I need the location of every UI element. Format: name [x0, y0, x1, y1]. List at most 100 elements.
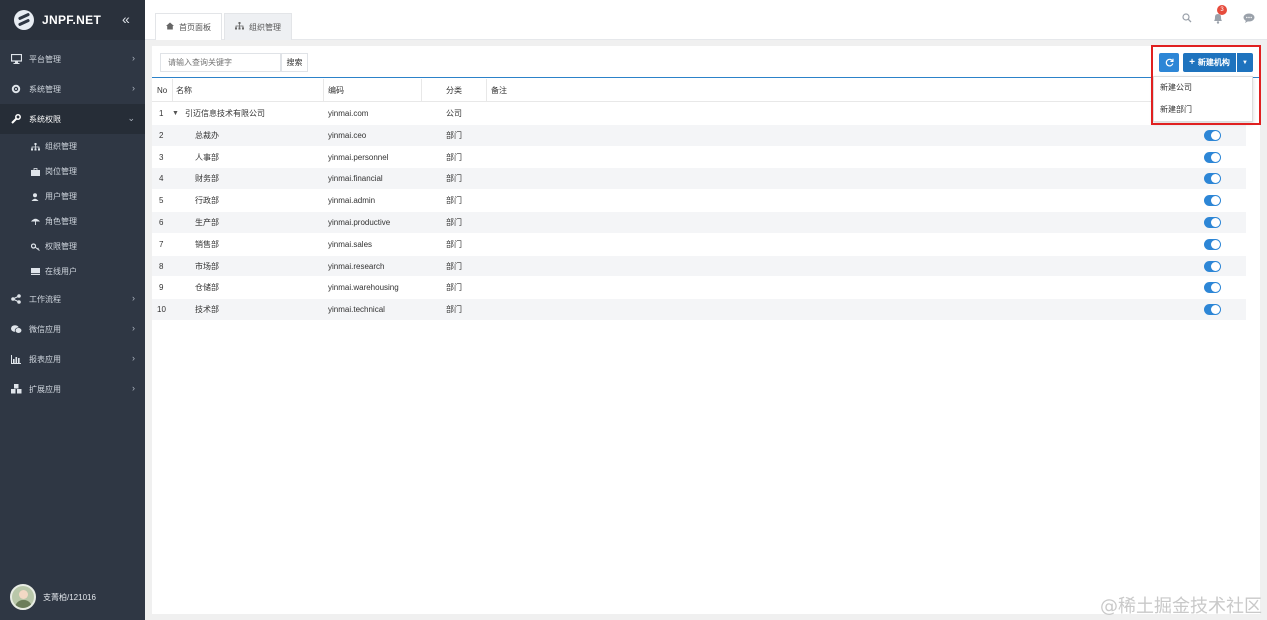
user-name: 支菁柏/121016: [43, 592, 96, 602]
sidebar-item-report[interactable]: 报表应用 ›: [0, 344, 145, 374]
sidebar-item-wechat[interactable]: 微信应用 ›: [0, 314, 145, 344]
sidebar-subitem-label: 角色管理: [45, 217, 77, 226]
sidebar-item-platform[interactable]: 平台管理 ›: [0, 44, 145, 74]
status-toggle[interactable]: [1204, 216, 1221, 228]
top-bar: 首页面板 组织管理 3: [145, 0, 1267, 40]
sidebar-item-permissions[interactable]: 系统权限 ⌄: [0, 104, 145, 134]
bell-icon[interactable]: [1213, 13, 1223, 27]
search-button[interactable]: 搜索: [281, 53, 308, 72]
table-row[interactable]: 3 人事部 yinmai.personnel 部门: [152, 147, 1246, 169]
cell-category: 部门: [446, 283, 462, 293]
table-row[interactable]: 6 生产部 yinmai.productive 部门: [152, 211, 1246, 234]
user-profile[interactable]: 支菁柏/121016: [10, 584, 96, 610]
tab-org-management[interactable]: 组织管理: [224, 13, 292, 40]
cell-name: 引迈信息技术有限公司: [185, 109, 265, 118]
table-row[interactable]: 4 财务部 yinmai.financial 部门: [152, 168, 1246, 191]
cell-no: 8: [159, 261, 164, 271]
cell-name: 销售部: [195, 239, 219, 249]
cell-category: 公司: [446, 109, 462, 118]
status-toggle[interactable]: [1204, 304, 1221, 316]
cell-name: 财务部: [195, 174, 219, 184]
tab-label: 组织管理: [249, 22, 281, 32]
sidebar-subitem-online[interactable]: 在线用户: [0, 259, 145, 284]
bar-chart-icon: [10, 353, 22, 365]
table-row[interactable]: 10 技术部 yinmai.technical 部门: [152, 299, 1246, 321]
sidebar-subitem-org[interactable]: 组织管理: [0, 134, 145, 159]
cell-code: yinmai.admin: [328, 196, 376, 206]
status-toggle[interactable]: [1204, 282, 1221, 294]
cell-code: yinmai.productive: [328, 217, 391, 227]
status-toggle[interactable]: [1204, 151, 1221, 163]
status-toggle[interactable]: [1204, 195, 1221, 207]
table-body: 1 ▼ 引迈信息技术有限公司 yinmai.com 公司 2 总裁办 yinma…: [152, 103, 1246, 321]
table-row[interactable]: 8 市场部 yinmai.research 部门: [152, 255, 1246, 278]
cell-category: 部门: [446, 152, 462, 162]
expand-caret-icon[interactable]: ▼: [172, 103, 179, 125]
sidebar-item-label: 微信应用: [29, 324, 61, 334]
wrench-icon: [10, 113, 22, 125]
sidebar-menu: 平台管理 › 系统管理 › 系统权限 ⌄ 组织管理 岗位管理 用户管理 角色管理…: [0, 44, 145, 404]
column-header-no: No: [157, 86, 168, 95]
sidebar-item-workflow[interactable]: 工作流程 ›: [0, 284, 145, 314]
search-icon[interactable]: [1182, 13, 1192, 26]
cell-category: 部门: [446, 196, 462, 206]
key-icon: [30, 242, 40, 252]
sidebar-subitem-post[interactable]: 岗位管理: [0, 159, 145, 184]
cubes-icon: [10, 383, 22, 395]
cell-no: 9: [159, 283, 164, 293]
cell-category: 部门: [446, 217, 462, 227]
table-row[interactable]: 5 行政部 yinmai.admin 部门: [152, 190, 1246, 212]
cell-name: 仓储部: [195, 283, 219, 293]
table-row[interactable]: 9 仓储部 yinmai.warehousing 部门: [152, 277, 1246, 300]
cell-name: 总裁办: [195, 130, 219, 140]
sidebar-item-system[interactable]: 系统管理 ›: [0, 74, 145, 104]
cell-no: 3: [159, 152, 164, 162]
chevron-right-icon: ›: [132, 353, 135, 363]
avatar[interactable]: [10, 584, 36, 610]
sidebar-item-label: 工作流程: [29, 294, 61, 304]
sidebar-subitem-permission[interactable]: 权限管理: [0, 234, 145, 259]
cell-no: 4: [159, 174, 164, 184]
table-row[interactable]: 7 销售部 yinmai.sales 部门: [152, 234, 1246, 256]
share-icon: [10, 293, 22, 305]
cell-code: yinmai.technical: [328, 305, 385, 315]
user-icon: [30, 192, 40, 202]
table-row[interactable]: 2 总裁办 yinmai.ceo 部门: [152, 124, 1246, 147]
status-toggle[interactable]: [1204, 129, 1221, 141]
sidebar-subitem-label: 在线用户: [45, 267, 77, 276]
cell-code: yinmai.sales: [328, 239, 373, 249]
cell-code: yinmai.com: [328, 109, 369, 118]
wechat-icon: [10, 323, 22, 335]
table-row[interactable]: 1 ▼ 引迈信息技术有限公司 yinmai.com 公司: [152, 103, 1246, 125]
cell-no: 2: [159, 130, 164, 140]
status-toggle[interactable]: [1204, 260, 1221, 272]
status-toggle[interactable]: [1204, 238, 1221, 250]
sidebar-subitem-role[interactable]: 角色管理: [0, 209, 145, 234]
keyboard-icon: [30, 267, 40, 277]
sidebar-item-extension[interactable]: 扩展应用 ›: [0, 374, 145, 404]
cell-category: 部门: [446, 239, 462, 249]
main-content: 搜索 No 名称 编码 分类 备注 1 ▼ 引迈信息技术有限公司 yinmai.…: [152, 46, 1260, 614]
table-header: No 名称 编码 分类 备注: [152, 79, 1246, 102]
column-header-code: 编码: [328, 86, 344, 95]
search-input[interactable]: [160, 53, 281, 72]
cell-no: 6: [159, 217, 164, 227]
monitor-icon: [10, 53, 22, 65]
home-icon: [166, 22, 174, 32]
status-toggle[interactable]: [1204, 173, 1221, 185]
watermark: @稀土掘金技术社区: [1100, 596, 1262, 617]
sidebar-subitem-label: 用户管理: [45, 192, 77, 201]
org-chart-icon: [235, 22, 244, 32]
chat-icon[interactable]: [1243, 13, 1255, 26]
column-divider: [421, 79, 422, 102]
sidebar-item-label: 平台管理: [29, 54, 61, 64]
column-divider: [172, 79, 173, 102]
tab-home[interactable]: 首页面板: [155, 13, 222, 40]
sidebar-subitem-user[interactable]: 用户管理: [0, 184, 145, 209]
sidebar-item-label: 扩展应用: [29, 384, 61, 394]
sidebar-subitem-label: 岗位管理: [45, 167, 77, 176]
cell-no: 5: [159, 196, 164, 206]
cell-no: 10: [157, 305, 166, 315]
double-chevron-left-icon[interactable]: «: [122, 11, 130, 27]
column-divider: [486, 79, 487, 102]
